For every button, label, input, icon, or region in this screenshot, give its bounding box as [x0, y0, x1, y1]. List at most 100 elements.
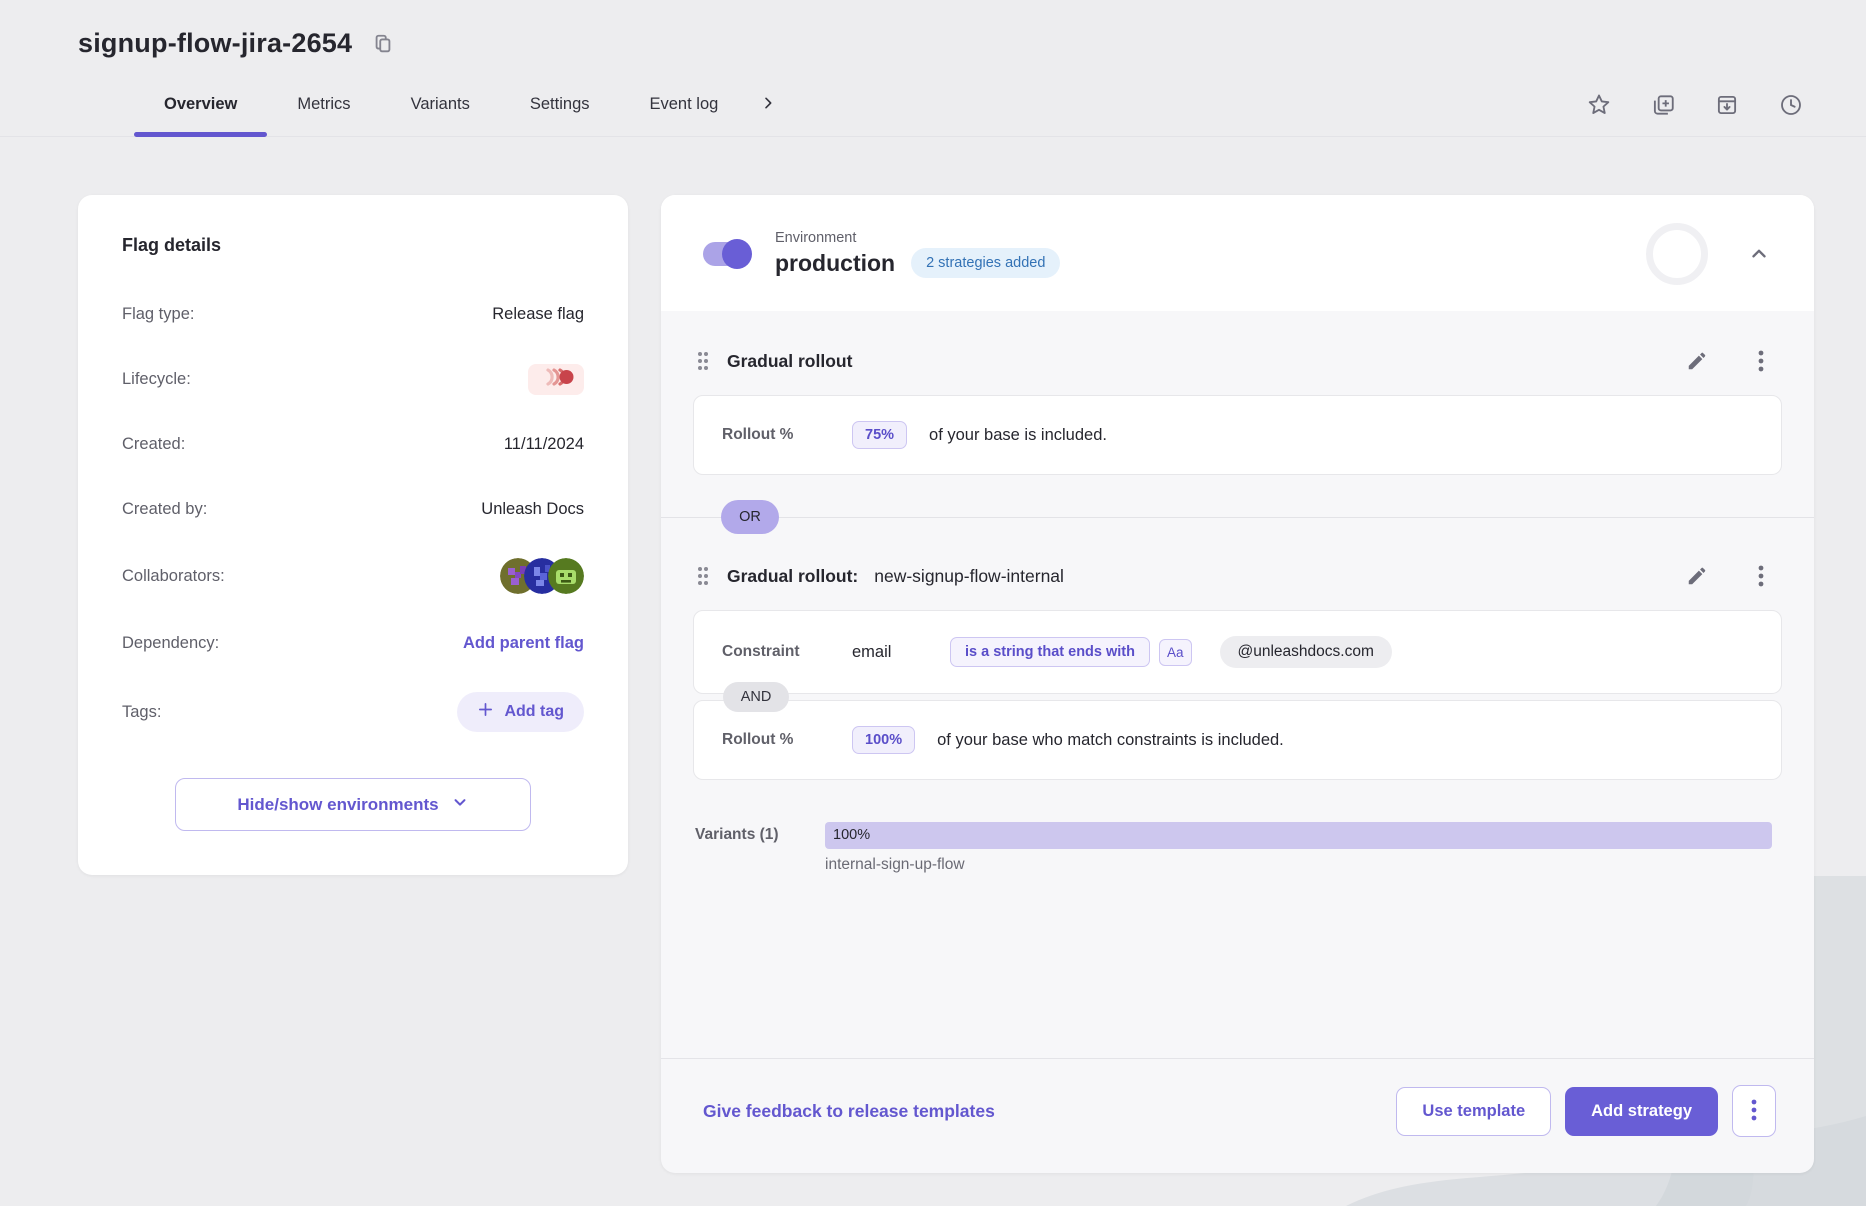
- case-sensitive-badge: Aa: [1159, 639, 1192, 666]
- environment-header[interactable]: Environment production 2 strategies adde…: [661, 195, 1814, 311]
- dependency-label: Dependency:: [122, 634, 219, 653]
- more-tabs-button[interactable]: [748, 73, 788, 136]
- drag-handle-icon[interactable]: [695, 349, 711, 373]
- page-header: signup-flow-jira-2654: [0, 0, 1866, 59]
- strategy-menu-button[interactable]: [1754, 560, 1768, 592]
- environment-title-block: Environment production 2 strategies adde…: [775, 230, 1060, 278]
- rollout-percent-badge: 100%: [852, 726, 915, 754]
- chevron-down-icon: [451, 793, 469, 816]
- strategy-two-rollout-card: Rollout % 100% of your base who match co…: [693, 700, 1782, 780]
- dependency-row: Dependency: Add parent flag: [122, 627, 584, 659]
- strategy-two-header: Gradual rollout: new-signup-flow-interna…: [693, 552, 1782, 610]
- kebab-icon: [1751, 1098, 1757, 1125]
- strategy-two-title: Gradual rollout:: [727, 566, 858, 587]
- add-parent-flag-link[interactable]: Add parent flag: [463, 634, 584, 653]
- history-button[interactable]: [1774, 88, 1808, 122]
- main-content: Flag details Flag type: Release flag Lif…: [0, 137, 1866, 1173]
- tab-settings[interactable]: Settings: [500, 73, 620, 136]
- avatar[interactable]: [548, 558, 584, 594]
- footer-menu-button[interactable]: [1732, 1085, 1776, 1137]
- copy-icon: [372, 33, 394, 55]
- kebab-icon: [1758, 349, 1764, 373]
- tab-variants[interactable]: Variants: [381, 73, 500, 136]
- strategy-separator: OR: [661, 517, 1814, 518]
- flag-details-heading: Flag details: [122, 235, 584, 256]
- strategy-one-header: Gradual rollout: [693, 337, 1782, 395]
- constraint-operator-badge: is a string that ends with: [950, 637, 1150, 667]
- collaborators-row: Collaborators:: [122, 558, 584, 594]
- environment-label: Environment: [775, 230, 1060, 246]
- kebab-icon: [1758, 564, 1764, 588]
- pencil-icon: [1686, 350, 1708, 372]
- tab-bar: Overview Metrics Variants Settings Event…: [0, 73, 1866, 137]
- flag-actions: [1582, 73, 1808, 136]
- edit-strategy-button[interactable]: [1682, 561, 1712, 591]
- rollout-label: Rollout %: [722, 731, 852, 749]
- tab-overview[interactable]: Overview: [134, 73, 267, 136]
- plus-icon: [477, 701, 494, 723]
- flag-overview-page: signup-flow-jira-2654 Overview Metrics V…: [0, 0, 1866, 1206]
- add-strategy-button[interactable]: Add strategy: [1565, 1087, 1718, 1136]
- chevron-right-icon: [760, 95, 776, 114]
- created-row: Created: 11/11/2024: [122, 428, 584, 460]
- pencil-icon: [1686, 565, 1708, 587]
- lifecycle-row: Lifecycle:: [122, 363, 584, 395]
- toggle-knob: [722, 239, 752, 269]
- archive-button[interactable]: [1710, 88, 1744, 122]
- copy-name-button[interactable]: [368, 29, 398, 59]
- rollout-label: Rollout %: [722, 426, 852, 444]
- favorite-button[interactable]: [1582, 88, 1616, 122]
- hide-show-environments-button[interactable]: Hide/show environments: [175, 778, 531, 831]
- variant-name: internal-sign-up-flow: [825, 856, 1772, 874]
- created-by-label: Created by:: [122, 500, 207, 519]
- or-chip: OR: [721, 500, 779, 534]
- use-template-button[interactable]: Use template: [1396, 1087, 1551, 1136]
- lifecycle-completed-icon: [538, 368, 574, 391]
- feedback-link[interactable]: Give feedback to release templates: [703, 1101, 995, 1122]
- variant-distribution-bar: 100%: [825, 822, 1772, 849]
- created-label: Created:: [122, 435, 185, 454]
- environment-footer: Give feedback to release templates Use t…: [661, 1058, 1814, 1173]
- constraint-field: email: [852, 643, 950, 662]
- created-by-value: Unleash Docs: [481, 500, 584, 519]
- constraint-card: Constraint email is a string that ends w…: [693, 610, 1782, 694]
- archive-icon: [1714, 92, 1740, 118]
- strategy-one-rollout-card: Rollout % 75% of your base is included.: [693, 395, 1782, 475]
- strategy-one-title: Gradual rollout: [727, 351, 852, 372]
- strategies-count-badge: 2 strategies added: [911, 248, 1060, 278]
- tags-label: Tags:: [122, 703, 161, 722]
- lifecycle-stage-badge[interactable]: [528, 364, 584, 395]
- chevron-up-icon: [1748, 243, 1770, 265]
- strategy-menu-button[interactable]: [1754, 345, 1768, 377]
- tags-row: Tags: Add tag: [122, 692, 584, 732]
- variants-row: Variants (1) 100% internal-sign-up-flow: [693, 822, 1782, 874]
- environment-name: production: [775, 250, 895, 277]
- created-value: 11/11/2024: [504, 435, 584, 454]
- flag-details-card: Flag details Flag type: Release flag Lif…: [78, 195, 628, 875]
- flag-type-row: Flag type: Release flag: [122, 298, 584, 330]
- strategy-two-name: new-signup-flow-internal: [874, 566, 1064, 587]
- variants-content: 100% internal-sign-up-flow: [825, 822, 1780, 874]
- add-tag-label: Add tag: [504, 703, 564, 721]
- variants-label: Variants (1): [695, 822, 825, 844]
- environment-card: Environment production 2 strategies adde…: [661, 195, 1814, 1173]
- clock-icon: [1778, 92, 1804, 118]
- collaborators-label: Collaborators:: [122, 567, 225, 586]
- copy-flag-button[interactable]: [1646, 88, 1680, 122]
- star-icon: [1586, 92, 1612, 118]
- add-tag-button[interactable]: Add tag: [457, 692, 584, 732]
- environment-body: Gradual rollout: [661, 311, 1814, 1173]
- created-by-row: Created by: Unleash Docs: [122, 493, 584, 525]
- drag-handle-icon[interactable]: [695, 564, 711, 588]
- environment-toggle[interactable]: [703, 242, 749, 266]
- edit-strategy-button[interactable]: [1682, 346, 1712, 376]
- page-title: signup-flow-jira-2654: [78, 28, 352, 59]
- metrics-ring: [1646, 223, 1708, 285]
- constraint-label: Constraint: [722, 643, 852, 661]
- rollout-description: of your base who match constraints is in…: [937, 731, 1284, 750]
- tab-metrics[interactable]: Metrics: [267, 73, 380, 136]
- rollout-percent-badge: 75%: [852, 421, 907, 449]
- environment-header-right: [1646, 223, 1774, 285]
- tab-event-log[interactable]: Event log: [620, 73, 749, 136]
- collapse-environment-button[interactable]: [1744, 239, 1774, 269]
